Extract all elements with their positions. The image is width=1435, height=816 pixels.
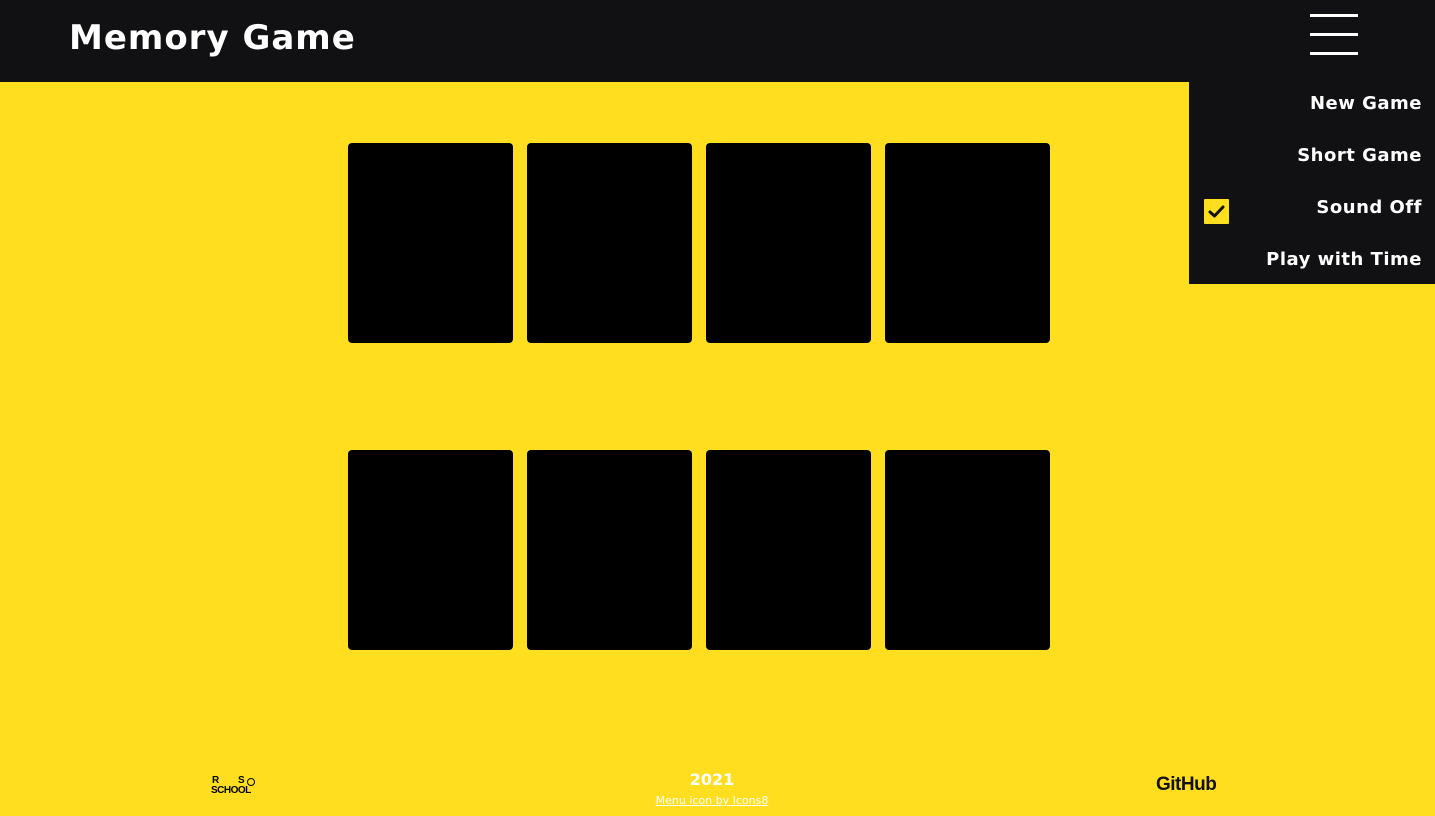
memory-card[interactable] xyxy=(348,450,513,650)
hamburger-icon-bar xyxy=(1310,52,1358,55)
hamburger-icon xyxy=(1310,14,1358,17)
sound-off-checkbox[interactable] xyxy=(1204,199,1229,224)
memory-card[interactable] xyxy=(527,450,692,650)
memory-card[interactable] xyxy=(706,143,871,343)
hamburger-icon-bar xyxy=(1310,33,1358,36)
memory-card[interactable] xyxy=(885,143,1050,343)
menu-item-new-game[interactable]: New Game xyxy=(1189,85,1435,137)
memory-card[interactable] xyxy=(706,450,871,650)
menu-item-label: New Game xyxy=(1309,93,1422,114)
footer-year: 2021 xyxy=(689,770,735,789)
github-link[interactable]: GitHub xyxy=(1156,774,1217,796)
menu-item-label: Play with Time xyxy=(1266,249,1422,270)
memory-card[interactable] xyxy=(527,143,692,343)
rs-school-logo[interactable]: R S SCHOOL xyxy=(211,776,267,798)
menu-item-short-game[interactable]: Short Game xyxy=(1189,137,1435,189)
menu-panel: New Game Short Game Sound Off Play with … xyxy=(1189,82,1435,284)
menu-item-play-with-time[interactable]: Play with Time xyxy=(1189,241,1435,293)
logo-word: SCHOOL xyxy=(211,785,251,796)
memory-card[interactable] xyxy=(348,143,513,343)
menu-item-label: Short Game xyxy=(1297,145,1422,166)
header: Memory Game xyxy=(0,0,1435,82)
menu-item-label: Sound Off xyxy=(1316,197,1422,218)
memory-card[interactable] xyxy=(885,450,1050,650)
app-title: Memory Game xyxy=(69,18,356,58)
menu-button[interactable] xyxy=(1310,14,1358,56)
menu-item-sound-off[interactable]: Sound Off xyxy=(1189,189,1435,241)
checkmark-icon xyxy=(1208,205,1225,218)
icons8-credit-link[interactable]: Menu icon by Icons8 xyxy=(612,794,812,808)
